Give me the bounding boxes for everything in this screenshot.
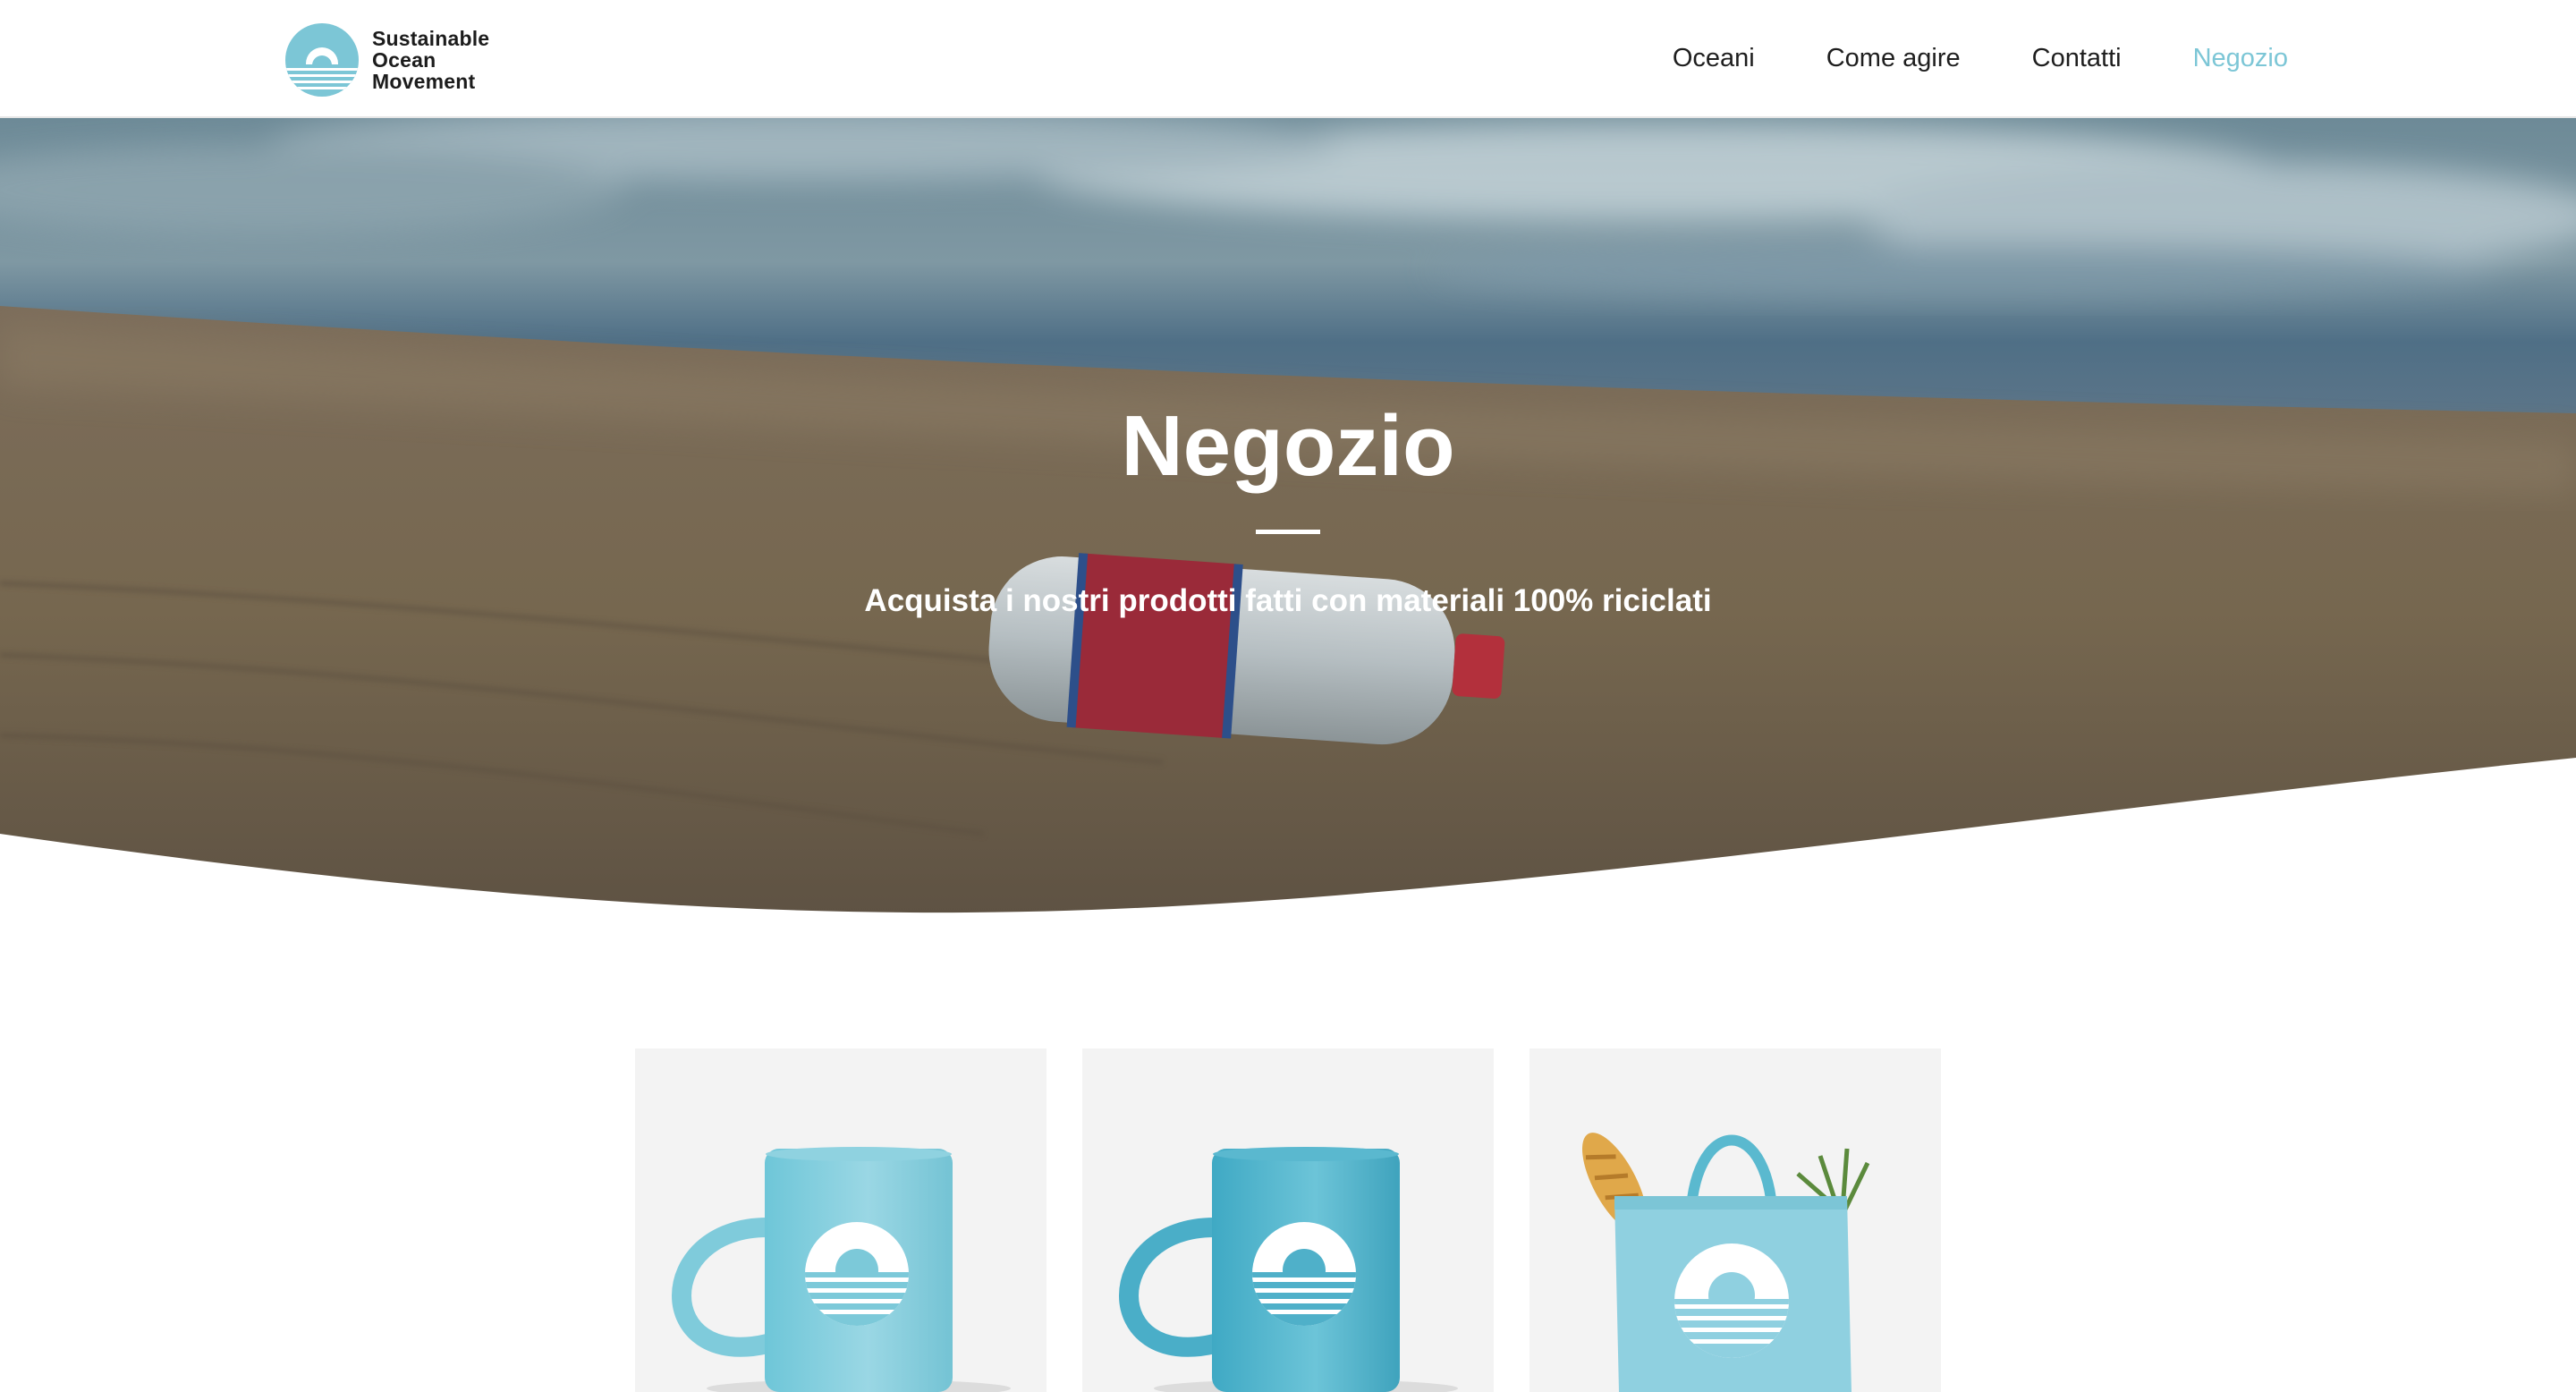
product-card[interactable] bbox=[1082, 1048, 1494, 1392]
main-nav: Oceani Come agire Contatti Negozio bbox=[1601, 0, 2288, 116]
tote-bag-with-logo bbox=[1581, 1133, 1870, 1392]
brand-line-1: Sustainable bbox=[372, 27, 490, 50]
wave-divider bbox=[0, 758, 2576, 918]
nav-link-oceani[interactable]: Oceani bbox=[1673, 44, 1755, 73]
hero-banner: Negozio Acquista i nostri prodotti fatti… bbox=[0, 118, 2576, 918]
site-header: Sustainable Ocean Movement Oceani Come a… bbox=[0, 0, 2576, 118]
brand-line-3: Movement bbox=[372, 70, 476, 93]
brand-line-2: Ocean bbox=[372, 48, 436, 72]
brand-name: Sustainable Ocean Movement bbox=[372, 28, 489, 92]
light-blue-mug-with-logo bbox=[672, 1147, 1011, 1392]
blue-mug-with-logo bbox=[1119, 1147, 1458, 1392]
nav-link-come-agire[interactable]: Come agire bbox=[1826, 44, 1961, 73]
sunset-over-waves-icon bbox=[285, 23, 359, 97]
nav-link-contatti[interactable]: Contatti bbox=[2032, 44, 2122, 73]
product-grid bbox=[635, 1048, 1941, 1392]
product-card[interactable] bbox=[635, 1048, 1046, 1392]
site-logo[interactable]: Sustainable Ocean Movement bbox=[284, 21, 489, 98]
nav-link-negozio[interactable]: Negozio bbox=[2193, 44, 2288, 73]
product-card[interactable] bbox=[1530, 1048, 1941, 1392]
